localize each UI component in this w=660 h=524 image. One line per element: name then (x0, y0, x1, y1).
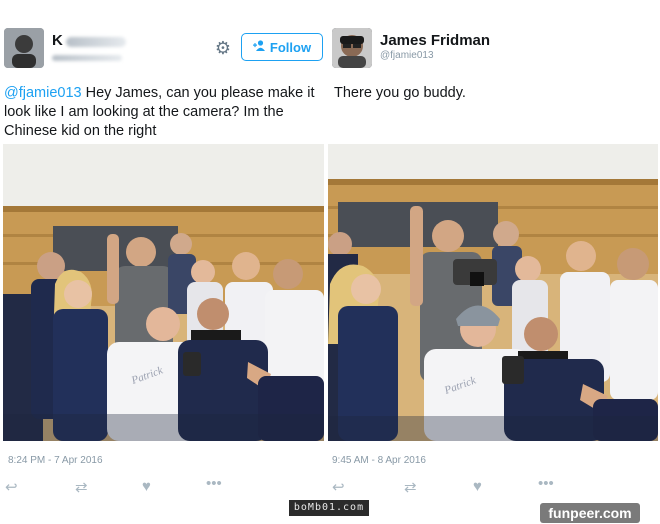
retweet-icon[interactable]: ⇄ (404, 478, 417, 496)
timestamp[interactable]: 9:45 AM - 8 Apr 2016 (332, 455, 426, 466)
follow-user-icon (252, 40, 266, 54)
avatar-photo (332, 28, 372, 68)
follow-label: Follow (269, 39, 312, 55)
watermark-funpeer: funpeer.com (540, 503, 640, 523)
avatar[interactable] (332, 28, 372, 68)
like-icon[interactable]: ♥ (473, 478, 482, 495)
group-photo: Patrick (3, 144, 324, 441)
watermark-bombo: boMb01.com (289, 500, 369, 516)
right-tweet: James Fridman @fjamie013 There you go bu… (328, 0, 660, 524)
tweet-photo[interactable]: Patrick (328, 144, 658, 441)
more-icon[interactable]: ••• (538, 475, 554, 492)
left-tweet: K ⚙ Follow @fjamie013 Hey James, can you… (0, 0, 327, 524)
tweet-text: @fjamie013 Hey James, can you please mak… (4, 84, 326, 141)
follow-button[interactable]: Follow (241, 33, 323, 61)
tweet-photo[interactable]: Patrick (3, 144, 324, 441)
tweet-text: There you go buddy. (334, 85, 466, 101)
author-handle[interactable]: @fjamie013 (380, 50, 434, 61)
timestamp[interactable]: 8:24 PM - 7 Apr 2016 (8, 455, 103, 466)
blurred-author-name (66, 37, 126, 47)
gear-icon[interactable]: ⚙ (213, 38, 233, 58)
reply-icon[interactable]: ↩ (5, 478, 18, 496)
tweet-actions: ↩ ⇄ ♥ ••• (332, 475, 572, 498)
blurred-author-handle (52, 55, 122, 61)
group-photo-edited: Patrick (328, 144, 658, 441)
author-name[interactable]: James Fridman (380, 32, 490, 49)
like-icon[interactable]: ♥ (142, 478, 151, 495)
reply-icon[interactable]: ↩ (332, 478, 345, 496)
avatar-photo (4, 28, 44, 68)
avatar[interactable] (4, 28, 44, 68)
mention-link[interactable]: @fjamie013 (4, 85, 82, 101)
tweet-actions: ↩ ⇄ ♥ ••• (5, 475, 245, 498)
author-name[interactable]: K (52, 32, 63, 49)
retweet-icon[interactable]: ⇄ (75, 478, 88, 496)
more-icon[interactable]: ••• (206, 475, 222, 492)
